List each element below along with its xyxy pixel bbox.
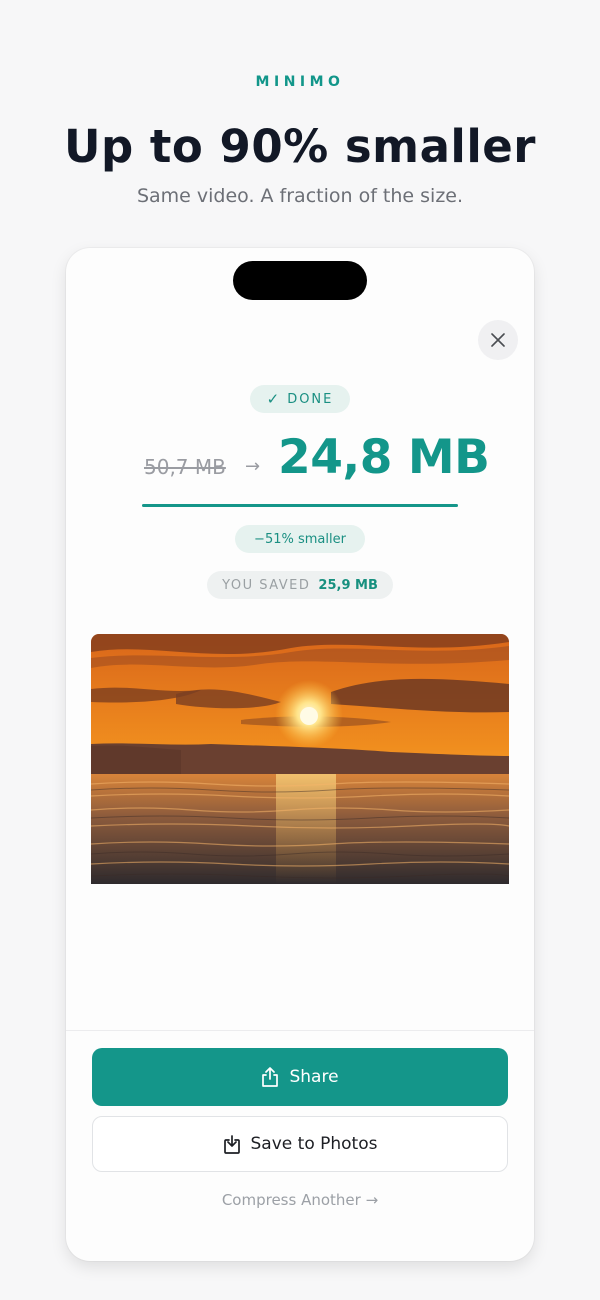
original-size: 50,7 MB <box>144 455 226 479</box>
saved-label: YOU SAVED <box>222 577 311 593</box>
save-to-photos-icon <box>223 1134 241 1154</box>
phone-frame: ✓ DONE 50,7 MB → 24,8 MB −51% smaller YO… <box>66 248 534 1261</box>
saved-value: 25,9 MB <box>318 577 378 593</box>
page: MINIMO Up to 90% smaller Same video. A f… <box>0 0 600 1300</box>
close-button[interactable] <box>478 320 518 360</box>
saved-badge: YOU SAVED 25,9 MB <box>207 571 393 599</box>
share-icon <box>261 1067 279 1087</box>
progress-fill <box>142 504 458 507</box>
video-thumbnail <box>91 634 509 884</box>
check-icon: ✓ <box>266 390 280 408</box>
progress-bar <box>142 504 458 507</box>
save-label: Save to Photos <box>250 1134 378 1154</box>
divider <box>66 1030 534 1031</box>
share-button[interactable]: Share <box>92 1048 508 1106</box>
status-badge: ✓ DONE <box>250 385 350 413</box>
share-label: Share <box>289 1067 339 1087</box>
arrow-icon: → <box>245 456 261 477</box>
reduction-badge: −51% smaller <box>235 525 365 553</box>
size-comparison: 50,7 MB → 24,8 MB <box>66 428 534 498</box>
page-subtitle: Same video. A fraction of the size. <box>136 185 464 207</box>
compress-another-link[interactable]: Compress Another → <box>66 1191 534 1209</box>
save-to-photos-button[interactable]: Save to Photos <box>92 1116 508 1172</box>
close-icon <box>491 333 505 347</box>
page-title: Up to 90% smaller <box>64 120 536 173</box>
compressed-size: 24,8 MB <box>278 430 490 485</box>
status-label: DONE <box>287 391 334 407</box>
brand-name: MINIMO <box>255 74 345 90</box>
dynamic-island <box>233 261 367 300</box>
sunset-image <box>91 634 509 884</box>
